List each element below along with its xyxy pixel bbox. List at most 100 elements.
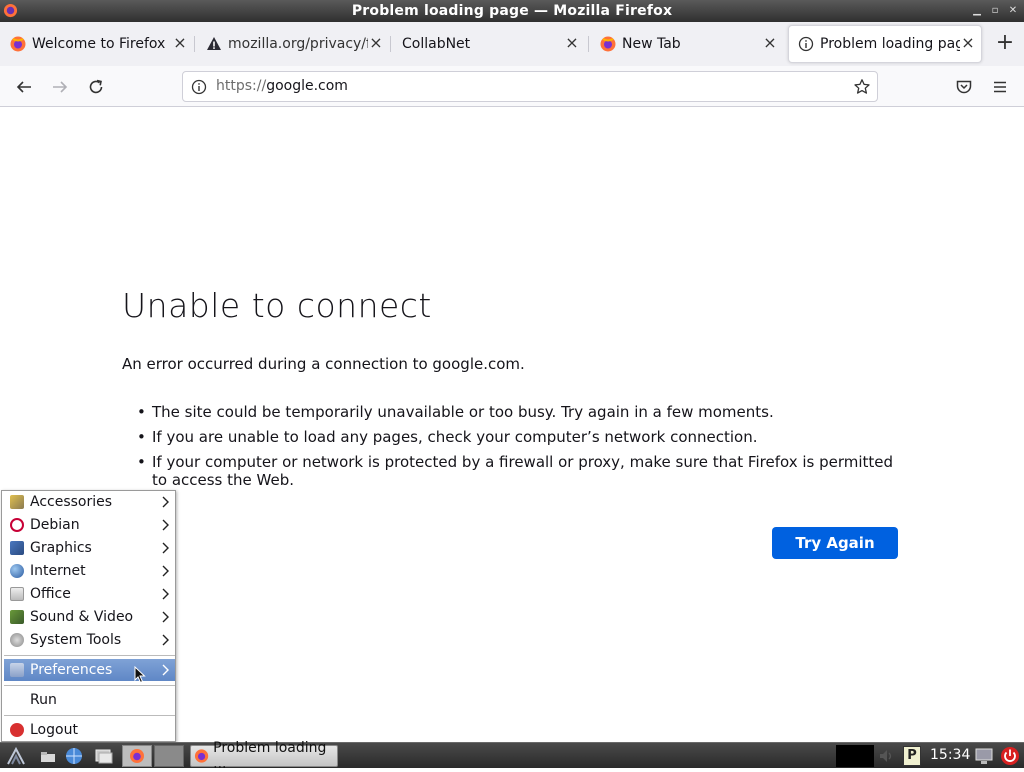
tab-problem-loading[interactable]: Problem loading page × [788,22,982,66]
url-host: google.com [266,78,348,94]
menu-separator [4,685,175,686]
menu-item-label: System Tools [30,632,122,648]
show-desktop-icon[interactable] [94,746,114,766]
power-icon[interactable] [1000,746,1020,766]
menu-item-label: Preferences [30,662,113,678]
back-button[interactable] [12,75,36,99]
start-menu: Accessories Debian Graphics Internet Off… [1,490,176,742]
office-icon [10,587,24,601]
tab-label: CollabNet [402,36,471,52]
try-again-button[interactable]: Try Again [772,527,898,559]
graphics-icon [10,541,24,555]
forward-arrow-icon [53,81,68,93]
url-text[interactable]: https://google.com [216,78,348,94]
tab-label: Problem loading page [820,36,960,52]
pager-desktop-2[interactable] [154,745,184,767]
sound-video-icon [10,610,24,624]
logout-icon [10,723,24,737]
close-icon[interactable]: × [960,35,976,51]
reload-icon [89,79,103,94]
window-title: Problem loading page — Mozilla Firefox [351,3,673,19]
url-scheme: https:// [216,78,267,94]
tab-welcome[interactable]: Welcome to Firefox × [0,22,194,66]
taskbar-window-button[interactable]: Problem loading ... [190,740,338,772]
menu-item-system-tools[interactable]: System Tools [4,629,175,651]
bookmark-star-icon[interactable] [853,78,871,96]
site-info-icon[interactable] [191,79,207,95]
menu-item-label: Run [30,692,57,708]
tab-label: New Tab [622,36,681,52]
navigation-toolbar: https://google.com [0,66,1024,107]
taskbar-window-label: Problem loading ... [213,740,327,772]
web-browser-icon[interactable] [64,746,84,766]
chevron-right-icon [162,519,169,531]
close-icon[interactable]: × [564,35,580,51]
firefox-icon [194,749,209,763]
volume-icon[interactable] [878,748,896,764]
menu-item-sound-video[interactable]: Sound & Video [4,606,175,628]
chevron-right-icon [162,565,169,577]
warning-icon [207,37,221,50]
menu-item-label: Sound & Video [30,609,134,625]
list-item: If you are unable to load any pages, che… [137,428,912,446]
maximize-icon[interactable]: ▫ [988,4,1002,18]
tab-mozilla-privacy[interactable]: mozilla.org/privacy/fi × [196,22,390,66]
chevron-right-icon [162,496,169,508]
menu-item-label: Logout [30,722,78,738]
chevron-right-icon [162,588,169,600]
close-icon[interactable]: × [368,35,384,51]
preferences-icon [10,663,24,677]
firefox-icon [600,36,616,52]
pocket-button[interactable] [952,75,976,99]
menu-item-preferences[interactable]: Preferences [4,659,175,684]
app-menu-button[interactable] [988,75,1012,99]
menu-item-label: Accessories [30,494,113,510]
clock[interactable]: 15:34 [930,747,970,763]
reload-button[interactable] [84,75,108,99]
window-titlebar[interactable]: Problem loading page — Mozilla Firefox ▁… [0,0,1024,22]
error-suggestions: The site could be temporarily unavailabl… [137,403,912,496]
file-manager-icon[interactable] [38,746,58,766]
new-tab-button[interactable]: + [994,32,1016,55]
menu-item-label: Debian [30,517,80,533]
forward-button[interactable] [48,75,72,99]
menu-item-graphics[interactable]: Graphics [4,537,175,559]
chevron-right-icon [162,664,169,676]
menu-separator [4,655,175,656]
tab-strip: Welcome to Firefox × mozilla.org/privacy… [0,22,1024,66]
chevron-right-icon [162,634,169,646]
menu-item-label: Office [30,586,71,602]
close-icon[interactable]: × [762,35,778,51]
accessories-icon [10,495,24,509]
system-tools-icon [10,633,24,647]
tab-label: mozilla.org/privacy/fi [228,36,368,52]
menu-separator [4,715,175,716]
menu-item-run[interactable]: Run [4,689,175,711]
screen-lock-icon[interactable] [974,746,994,766]
debian-icon [10,518,24,532]
chevron-right-icon [162,542,169,554]
minimize-icon[interactable]: ▁ [970,4,984,18]
menu-item-logout[interactable]: Logout [4,719,175,741]
internet-icon [10,564,24,578]
address-bar[interactable]: https://google.com [182,71,878,102]
close-window-icon[interactable]: ✕ [1006,4,1020,18]
tab-new-tab[interactable]: New Tab × [590,22,784,66]
menu-item-internet[interactable]: Internet [4,560,175,582]
menu-item-office[interactable]: Office [4,583,175,605]
menu-item-label: Graphics [30,540,92,556]
pager-desktop-1[interactable] [122,745,152,767]
error-description: An error occurred during a connection to… [122,355,525,373]
tab-collabnet[interactable]: CollabNet × [392,22,586,66]
start-menu-icon[interactable] [6,746,26,766]
info-icon [798,36,814,52]
close-icon[interactable]: × [172,35,188,51]
menu-item-accessories[interactable]: Accessories [4,491,175,513]
menu-item-debian[interactable]: Debian [4,514,175,536]
hamburger-icon [994,81,1006,93]
firefox-icon [130,749,144,763]
keyboard-layout-icon[interactable]: P [903,746,921,766]
menu-item-label: Internet [30,563,86,579]
firefox-icon [10,36,26,52]
cpu-monitor [836,745,874,767]
